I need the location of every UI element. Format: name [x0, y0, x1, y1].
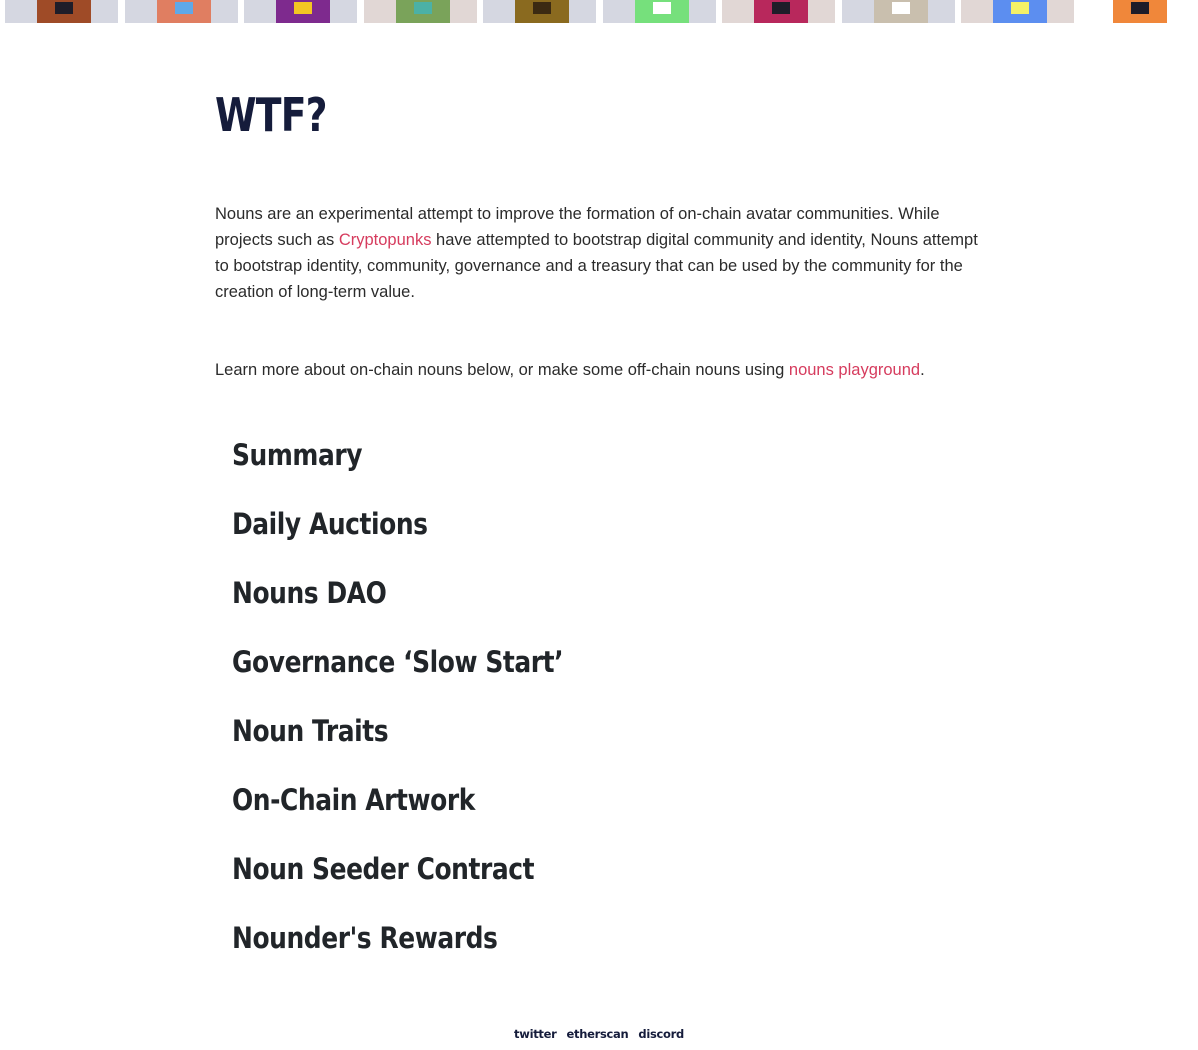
noun-accessory [772, 2, 790, 14]
noun-thumbnail[interactable] [483, 0, 596, 23]
noun-thumbnail[interactable] [602, 0, 716, 23]
noun-thumbnail[interactable] [1080, 0, 1194, 23]
noun-accessory [294, 2, 312, 14]
noun-thumbnail[interactable] [244, 0, 357, 23]
noun-accessory [652, 2, 671, 14]
intro-paragraph: Nouns are an experimental attempt to imp… [215, 201, 990, 305]
noun-accessory [174, 2, 193, 14]
page-title: WTF? [215, 88, 328, 142]
accordion-label: Governance ‘Slow Start’ [232, 645, 564, 679]
learn-more-text: Learn more about on-chain nouns below, o… [215, 361, 789, 379]
accordion-label: Daily Auctions [232, 507, 428, 541]
accordion-item-daily-auctions[interactable]: Daily Auctions [232, 501, 992, 570]
accordion-label: Nouns DAO [232, 576, 387, 610]
accordion-item-nouns-dao[interactable]: Nouns DAO [232, 570, 992, 639]
noun-accessory [891, 2, 910, 14]
noun-accessory [1130, 2, 1149, 14]
noun-thumbnail[interactable] [961, 0, 1074, 23]
discord-link[interactable]: discord [638, 1027, 684, 1041]
noun-thumbnail[interactable] [5, 0, 118, 23]
accordion-label: Summary [232, 438, 363, 472]
accordion-item-noun-traits[interactable]: Noun Traits [232, 708, 992, 777]
noun-accessory [533, 2, 551, 14]
etherscan-link[interactable]: etherscan [567, 1027, 629, 1041]
noun-accessory [413, 2, 432, 14]
footer: twitter etherscan discord [0, 1027, 1198, 1041]
noun-thumbnail[interactable] [722, 0, 835, 23]
accordion-item-noun-seeder-contract[interactable]: Noun Seeder Contract [232, 846, 992, 915]
noun-thumbnail-strip [0, 0, 1198, 23]
noun-thumbnail[interactable] [124, 0, 238, 23]
accordion-item-nounders-rewards[interactable]: Nounder's Rewards [232, 915, 992, 984]
faq-accordion: Summary Daily Auctions Nouns DAO Governa… [232, 432, 992, 984]
learn-more-period: . [920, 361, 925, 379]
nouns-playground-link[interactable]: nouns playground [789, 361, 920, 379]
cryptopunks-link[interactable]: Cryptopunks [339, 231, 432, 249]
accordion-item-summary[interactable]: Summary [232, 432, 992, 501]
accordion-label: On-Chain Artwork [232, 783, 475, 817]
accordion-label: Noun Seeder Contract [232, 852, 535, 886]
accordion-label: Nounder's Rewards [232, 921, 498, 955]
accordion-item-governance-slow-start[interactable]: Governance ‘Slow Start’ [232, 639, 992, 708]
accordion-label: Noun Traits [232, 714, 389, 748]
noun-thumbnail[interactable] [841, 0, 955, 23]
noun-thumbnail[interactable] [363, 0, 477, 23]
accordion-item-on-chain-artwork[interactable]: On-Chain Artwork [232, 777, 992, 846]
noun-accessory [55, 2, 73, 14]
learn-more-paragraph: Learn more about on-chain nouns below, o… [215, 357, 990, 383]
twitter-link[interactable]: twitter [514, 1027, 557, 1041]
noun-accessory [1011, 2, 1029, 14]
